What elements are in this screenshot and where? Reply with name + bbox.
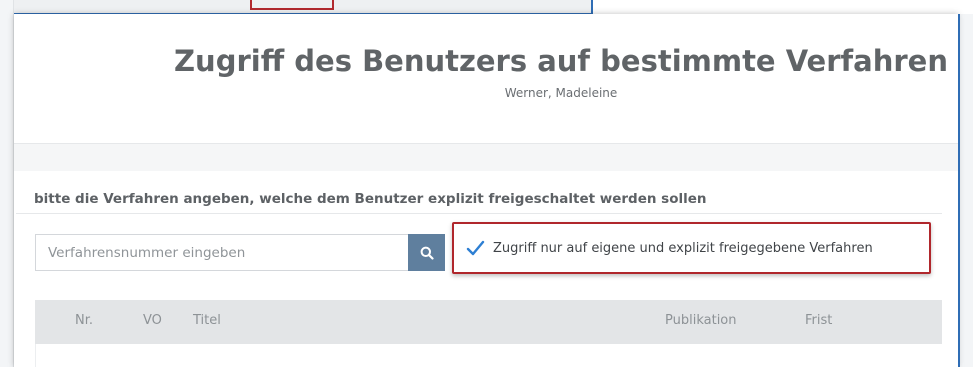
procedure-search [35, 234, 445, 271]
access-option-highlight: Zugriff nur auf eigene und explizit frei… [452, 222, 931, 274]
dialog-title: Zugriff des Benutzers auf bestimmte Verf… [174, 44, 948, 78]
section-divider [16, 213, 942, 214]
column-header-publikation[interactable]: Publikation [665, 313, 737, 328]
search-button[interactable] [408, 234, 445, 271]
background-highlighted-button [250, 0, 334, 10]
window-border-right [958, 14, 960, 367]
checkmark-icon [466, 240, 485, 255]
background-window-border-vertical [591, 0, 593, 14]
dialog-header: Zugriff des Benutzers auf bestimmte Verf… [14, 14, 958, 144]
background-right-panel [960, 14, 973, 367]
column-header-nr[interactable]: Nr. [75, 313, 93, 328]
procedures-table-header: Nr. VO Titel Publikation Frist [35, 300, 942, 344]
own-procedures-checkbox[interactable] [466, 239, 485, 258]
column-header-frist[interactable]: Frist [805, 313, 832, 328]
column-header-titel[interactable]: Titel [193, 313, 221, 328]
own-procedures-label[interactable]: Zugriff nur auf eigene und explizit frei… [493, 241, 873, 256]
background-left-panel [0, 0, 14, 367]
dialog-subtitle: Werner, Madeleine [504, 86, 618, 100]
procedure-number-input[interactable] [35, 234, 408, 271]
dialog-section-gap [14, 144, 958, 171]
search-icon [420, 246, 434, 260]
table-row [35, 344, 942, 367]
column-header-vo[interactable]: VO [143, 313, 162, 328]
